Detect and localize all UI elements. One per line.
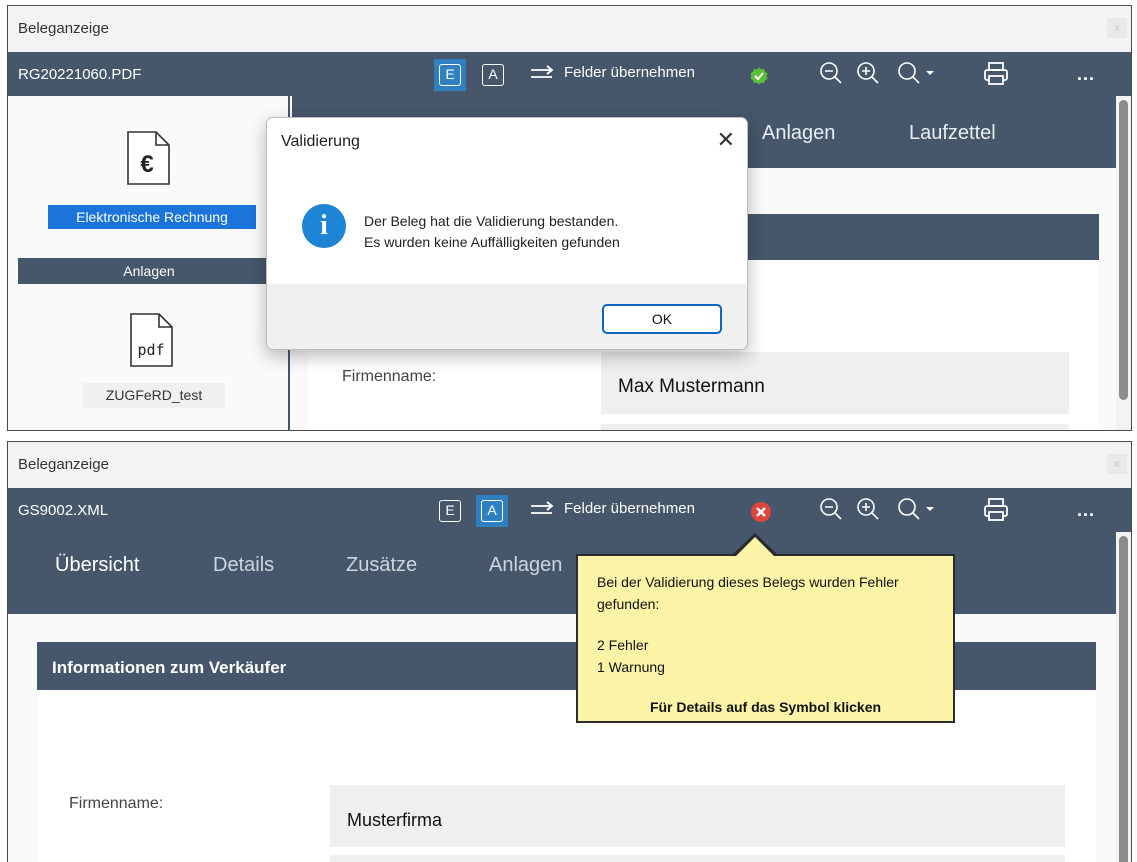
tooltip-arrow-fill (734, 537, 776, 558)
mode-a-button[interactable]: A (482, 64, 504, 86)
felder-uebernehmen-label: Felder übernehmen (564, 64, 695, 81)
zoom-out-icon[interactable] (819, 61, 843, 85)
tooltip-message: Bei der Validierung dieses Belegs wurden… (597, 574, 899, 612)
next-field-value (601, 424, 1069, 430)
vertical-scrollbar[interactable] (1116, 96, 1131, 430)
tab-laufzettel[interactable]: Laufzettel (909, 122, 996, 145)
validation-error-tooltip: Bei der Validierung dieses Belegs wurden… (576, 533, 955, 723)
viewer-window-errors: Beleganzeige x GS9002.XML E A Felder übe… (7, 441, 1132, 862)
more-menu-button[interactable]: ... (1077, 64, 1095, 85)
zoom-options-icon[interactable] (897, 61, 937, 85)
tab-anlagen[interactable]: Anlagen (762, 122, 835, 145)
felder-uebernehmen-label: Felder übernehmen (564, 500, 695, 517)
document-filename: RG20221060.PDF (18, 66, 142, 83)
tooltip-warning-count: 1 Warnung (597, 659, 665, 675)
mode-a-button[interactable]: A (481, 500, 503, 522)
more-menu-button[interactable]: ... (1077, 500, 1095, 521)
title-bar: Beleganzeige x (8, 6, 1131, 52)
tooltip-error-count: 2 Fehler (597, 637, 649, 653)
info-icon: i (302, 204, 346, 248)
active-tab-indicator (84, 524, 132, 548)
firmenname-value: Musterfirma (330, 785, 1065, 847)
felder-uebernehmen-button[interactable]: Felder übernehmen (530, 500, 695, 517)
tab-uebersicht[interactable]: Übersicht (55, 554, 139, 577)
title-bar: Beleganzeige x (8, 442, 1131, 488)
validation-error-icon[interactable] (750, 501, 772, 523)
euro-document-icon[interactable]: € (125, 131, 171, 185)
vertical-scrollbar[interactable] (1116, 532, 1131, 862)
sidebar-item-zugferd-test[interactable]: ZUGFeRD_test (83, 383, 225, 408)
transfer-arrows-icon (531, 500, 554, 514)
zoom-options-icon[interactable] (897, 497, 937, 521)
euro-glyph: € (140, 151, 153, 178)
pdf-document-icon[interactable]: pdf (128, 313, 174, 367)
zoom-in-icon[interactable] (856, 61, 880, 85)
mode-e-button[interactable]: E (439, 64, 461, 86)
zoom-in-icon[interactable] (856, 497, 880, 521)
sidebar-section-attachments: Anlagen (18, 258, 280, 284)
dialog-message-line2: Es wurden keine Auffälligkeiten gefunden (364, 234, 620, 250)
toolbar: GS9002.XML E A Felder übernehmen ... (8, 488, 1131, 532)
firmenname-value: Max Mustermann (601, 352, 1069, 414)
window-close-button[interactable]: x (1107, 454, 1127, 474)
ok-button[interactable]: OK (602, 304, 722, 334)
tooltip-counts: 2 Fehler 1 Warnung (597, 634, 665, 678)
dialog-title: Validierung (281, 133, 360, 150)
window-title: Beleganzeige (18, 456, 109, 473)
dialog-message: Der Beleg hat die Validierung bestanden.… (364, 211, 620, 253)
zoom-out-icon[interactable] (819, 497, 843, 521)
tab-zusaetze[interactable]: Zusätze (346, 554, 417, 577)
next-field-value (330, 855, 1065, 862)
firmenname-label: Firmenname: (69, 795, 164, 812)
document-filename: GS9002.XML (18, 502, 109, 519)
transfer-arrows-icon (531, 64, 554, 78)
tab-anlagen[interactable]: Anlagen (489, 554, 562, 577)
pdf-glyph: pdf (137, 341, 164, 359)
mode-e-button[interactable]: E (439, 500, 461, 522)
window-close-button[interactable]: x (1107, 18, 1127, 38)
sidebar-item-electronic-invoice[interactable]: Elektronische Rechnung (48, 205, 256, 229)
viewer-window-valid: Beleganzeige x RG20221060.PDF E A Felder… (7, 5, 1132, 431)
firmenname-label: Firmenname: (342, 368, 437, 385)
tab-details[interactable]: Details (213, 554, 274, 577)
validation-dialog: Validierung ✕ i Der Beleg hat die Validi… (266, 117, 748, 350)
window-title: Beleganzeige (18, 20, 109, 37)
print-icon[interactable] (983, 497, 1009, 523)
dialog-close-icon[interactable]: ✕ (717, 127, 735, 153)
felder-uebernehmen-button[interactable]: Felder übernehmen (530, 64, 695, 81)
scrollbar-thumb[interactable] (1119, 100, 1128, 400)
scrollbar-thumb[interactable] (1119, 536, 1128, 862)
toolbar: RG20221060.PDF E A Felder übernehmen ... (8, 52, 1131, 96)
validation-ok-icon[interactable] (750, 67, 768, 85)
print-icon[interactable] (983, 61, 1009, 87)
tooltip-hint: Für Details auf das Symbol klicken (649, 699, 882, 715)
dialog-message-line1: Der Beleg hat die Validierung bestanden. (364, 213, 619, 229)
